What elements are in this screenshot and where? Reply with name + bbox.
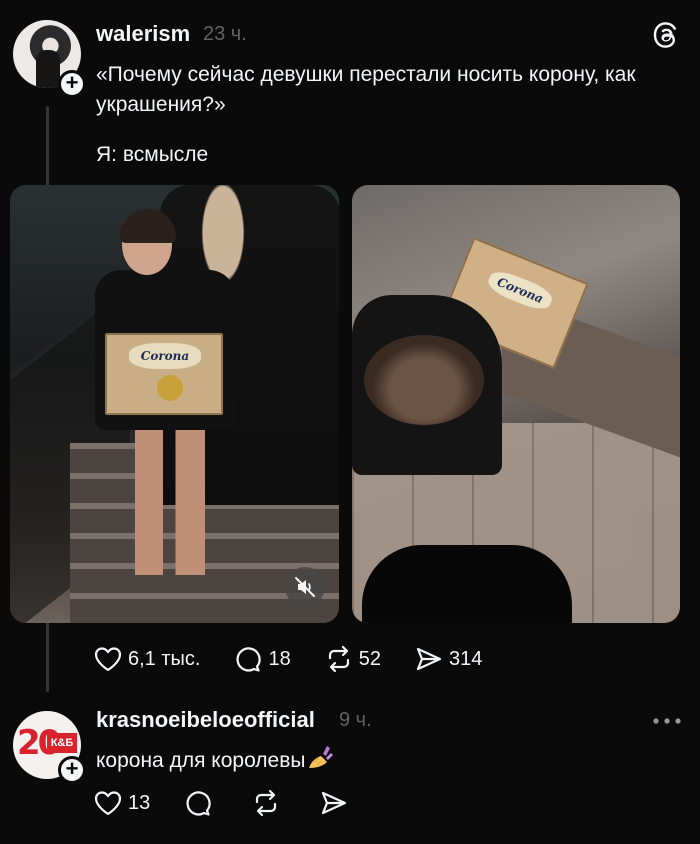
repost-button[interactable]: 52 [325, 645, 381, 673]
comment-bubble-icon [186, 791, 211, 816]
reply-like-button[interactable]: 13 [94, 790, 150, 816]
box-brand-label: Corona [485, 266, 556, 314]
reply-timestamp: 9 ч. [339, 709, 372, 731]
reply-comment-button[interactable] [184, 789, 218, 817]
muted-speaker-icon [295, 577, 315, 597]
nail-polish-emoji [309, 746, 334, 768]
post-text-reply: Я: всмысле [96, 143, 209, 166]
reply-share-button[interactable] [320, 790, 354, 816]
mute-button[interactable] [285, 567, 325, 607]
post-username[interactable]: walerism [96, 21, 190, 47]
corona-box: Corona [105, 333, 223, 415]
comment-count: 18 [268, 647, 291, 670]
repost-count: 52 [358, 647, 381, 670]
repost-icon [328, 645, 349, 673]
reply-text: корона для королевы [96, 744, 335, 776]
post-actions: 6,1 тыс. 18 52 314 [94, 645, 516, 673]
box-brand-label: Corona [129, 343, 201, 369]
comment-button[interactable]: 18 [234, 645, 291, 673]
share-button[interactable]: 314 [415, 646, 482, 672]
share-count: 314 [448, 647, 483, 670]
repost-icon [256, 789, 277, 817]
thread-post: + walerism 23 ч. «Почему сейчас девушки … [0, 0, 700, 700]
heart-icon [94, 791, 122, 816]
reply-repost-button[interactable] [252, 789, 286, 817]
send-icon [416, 647, 442, 671]
follow-plus-icon[interactable]: + [58, 756, 86, 784]
post-video[interactable]: Corona [10, 185, 339, 623]
post-timestamp: 23 ч. [203, 23, 247, 45]
reply-username[interactable]: krasnoeibeloeofficial [96, 707, 315, 733]
heart-icon [94, 647, 122, 672]
more-dots-icon[interactable] [652, 716, 682, 726]
send-icon [322, 791, 347, 815]
post-text-quote: «Почему сейчас девушки перестали носить … [96, 63, 636, 116]
reply-like-count: 13 [128, 791, 151, 814]
comment-bubble-icon [236, 647, 262, 672]
threads-logo-icon[interactable] [652, 21, 680, 49]
post-photo[interactable]: Corona [352, 185, 680, 623]
follow-plus-icon[interactable]: + [58, 70, 86, 98]
like-button[interactable]: 6,1 тыс. [94, 646, 200, 672]
brand-logo-text: К&Б [47, 733, 77, 753]
reply-actions: 13 [94, 789, 388, 817]
like-count: 6,1 тыс. [128, 647, 201, 670]
